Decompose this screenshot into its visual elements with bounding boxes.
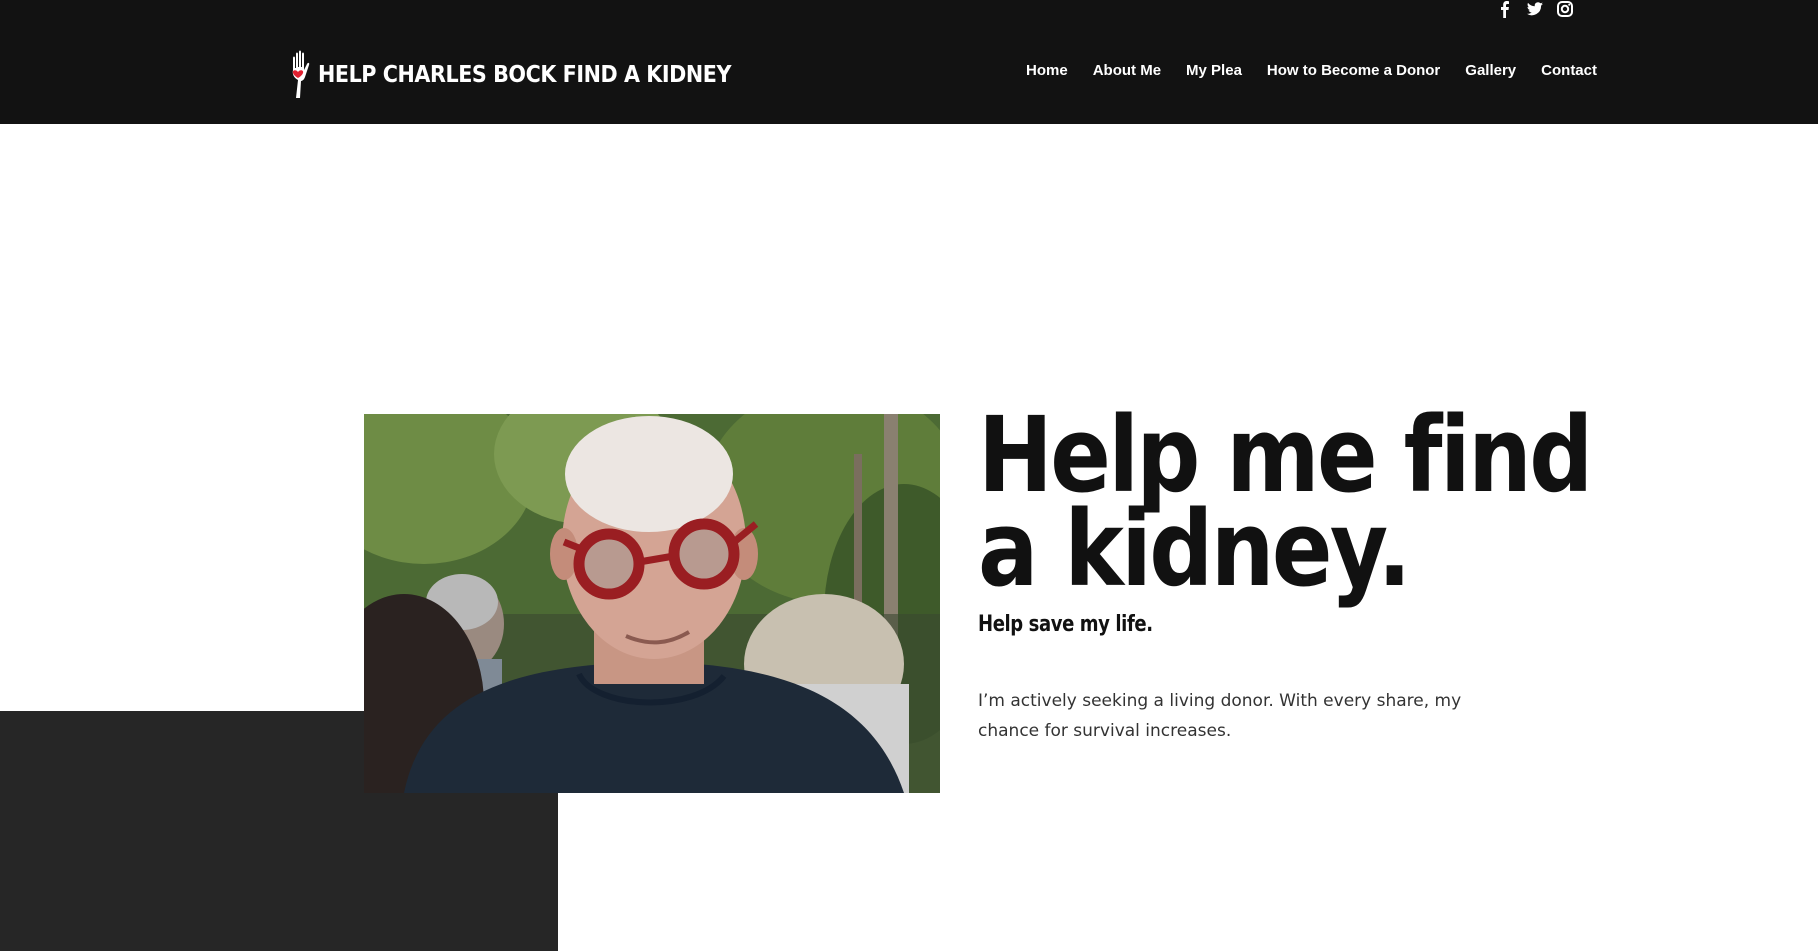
instagram-icon[interactable] (1556, 0, 1574, 18)
portrait-illustration (364, 414, 940, 793)
logo-text: HELP CHARLES BOCK FIND A KIDNEY (318, 62, 731, 88)
headline-line-2: a kidney. (978, 488, 1411, 610)
main-nav: Home About Me My Plea How to Become a Do… (1001, 62, 1597, 79)
hero-photo (364, 414, 940, 793)
hero-subheadline: Help save my life. (978, 612, 1153, 637)
facebook-icon[interactable] (1496, 0, 1514, 18)
site-logo[interactable]: HELP CHARLES BOCK FIND A KIDNEY (290, 50, 777, 100)
nav-contact[interactable]: Contact (1541, 62, 1597, 79)
site-header: HELP CHARLES BOCK FIND A KIDNEY Home Abo… (0, 0, 1818, 124)
nav-my-plea[interactable]: My Plea (1186, 62, 1242, 79)
hero-body-text: I’m actively seeking a living donor. Wit… (978, 691, 1462, 741)
hero-headline: Help me find a kidney. (978, 403, 1593, 601)
nav-how-to-become-donor[interactable]: How to Become a Donor (1267, 62, 1440, 79)
social-links (1496, 0, 1574, 18)
nav-gallery[interactable]: Gallery (1465, 62, 1516, 79)
nav-home[interactable]: Home (1026, 62, 1068, 79)
hand-heart-icon (292, 50, 310, 98)
nav-about-me[interactable]: About Me (1093, 62, 1161, 79)
twitter-icon[interactable] (1526, 0, 1544, 18)
